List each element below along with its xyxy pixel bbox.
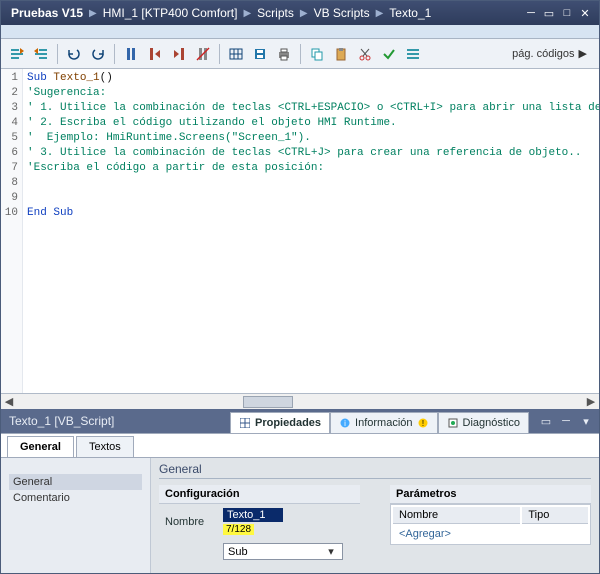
col-tipo[interactable]: Tipo <box>522 507 588 524</box>
crumb-sep-icon: ▶ <box>298 8 310 19</box>
crumb-sep-icon: ▶ <box>87 8 99 19</box>
tab-diagnostico[interactable]: Diagnóstico <box>438 412 529 433</box>
save-icon[interactable] <box>250 44 270 64</box>
toolbar: pág. códigos ▶ <box>1 39 599 69</box>
list-icon[interactable] <box>403 44 423 64</box>
name-label: Nombre <box>165 516 215 528</box>
check-icon[interactable] <box>379 44 399 64</box>
properties-icon <box>239 417 251 429</box>
maximize-button[interactable]: □ <box>559 6 575 20</box>
tab-general[interactable]: General <box>7 436 74 457</box>
inspector-header: Texto_1 [VB_Script] Propiedades i Inform… <box>1 409 599 433</box>
minimize-button[interactable]: ─ <box>523 6 539 20</box>
prop-category-list: General Comentario <box>1 458 151 573</box>
copy-icon[interactable] <box>307 44 327 64</box>
warning-icon: ! <box>417 417 429 429</box>
type-select[interactable]: Sub ▾ <box>223 543 343 560</box>
paste-icon[interactable] <box>331 44 351 64</box>
tab-label: Propiedades <box>255 417 321 429</box>
tab-propiedades[interactable]: Propiedades <box>230 412 330 433</box>
chevron-down-icon[interactable]: ▾ <box>577 413 595 429</box>
horizontal-scrollbar[interactable]: ◀ ▶ <box>1 393 599 409</box>
params-heading: Parámetros <box>390 485 591 504</box>
params-group: Parámetros Nombre Tipo <Agregar> <box>390 485 591 564</box>
code-text-area[interactable]: Sub Texto_1() 'Sugerencia: ' 1. Utilice … <box>23 69 599 393</box>
bookmark-prev-icon[interactable] <box>145 44 165 64</box>
page-codes-label: pág. códigos <box>512 48 574 60</box>
tab-informacion[interactable]: i Información ! <box>330 412 437 433</box>
undo-icon[interactable] <box>64 44 84 64</box>
config-heading: Configuración <box>159 485 360 504</box>
table-icon[interactable] <box>226 44 246 64</box>
indent-in-icon[interactable] <box>7 44 27 64</box>
strip-bar <box>1 25 599 39</box>
info-icon: i <box>339 417 351 429</box>
crumb-2[interactable]: Scripts <box>253 6 298 20</box>
line-gutter: 12345678910 <box>1 69 23 393</box>
title-bar: Pruebas V15 ▶ HMI_1 [KTP400 Comfort] ▶ S… <box>1 1 599 25</box>
panel-minimize-icon[interactable]: ─ <box>557 413 575 429</box>
restore-button[interactable]: ▭ <box>541 6 557 20</box>
print-icon[interactable] <box>274 44 294 64</box>
type-value: Sub <box>228 546 248 558</box>
svg-text:i: i <box>344 419 346 428</box>
crumb-0[interactable]: Pruebas V15 <box>7 6 87 20</box>
name-input[interactable]: Texto_1 <box>223 508 283 522</box>
params-table: Nombre Tipo <Agregar> <box>390 504 591 545</box>
char-counter: 7/128 <box>223 524 254 535</box>
crumb-4[interactable]: Texto_1 <box>385 6 435 20</box>
cat-comentario[interactable]: Comentario <box>9 490 142 506</box>
diagnostic-icon <box>447 417 459 429</box>
redo-icon[interactable] <box>88 44 108 64</box>
bookmark-next-icon[interactable] <box>169 44 189 64</box>
close-button[interactable]: ✕ <box>577 6 593 20</box>
cat-general[interactable]: General <box>9 474 142 490</box>
scroll-thumb[interactable] <box>243 396 293 408</box>
bookmark-toggle-icon[interactable] <box>121 44 141 64</box>
toolbar-right-label[interactable]: pág. códigos ▶ <box>512 47 593 60</box>
chevron-down-icon: ▾ <box>324 545 338 558</box>
cut-icon[interactable] <box>355 44 375 64</box>
properties-panel: General Textos General Comentario Genera… <box>1 433 599 573</box>
code-editor: 12345678910 Sub Texto_1() 'Sugerencia: '… <box>1 69 599 393</box>
window-controls: ─ ▭ □ ✕ <box>523 6 593 20</box>
prop-tab-strip: General Textos <box>1 434 599 458</box>
inspector-title: Texto_1 [VB_Script] <box>9 414 222 428</box>
section-title: General <box>159 462 591 479</box>
crumb-3[interactable]: VB Scripts <box>310 6 374 20</box>
crumb-sep-icon: ▶ <box>241 8 253 19</box>
add-row-label: <Agregar> <box>393 526 520 542</box>
tab-label: Información <box>355 417 412 429</box>
col-nombre[interactable]: Nombre <box>393 507 520 524</box>
config-group: Configuración Nombre Texto_1 7/128 Sub <box>159 485 360 564</box>
chevron-right-icon: ▶ <box>579 47 587 60</box>
scroll-right-icon[interactable]: ▶ <box>583 394 599 409</box>
add-row[interactable]: <Agregar> <box>393 526 588 542</box>
tab-label: Diagnóstico <box>463 417 520 429</box>
scroll-left-icon[interactable]: ◀ <box>1 394 17 409</box>
tab-textos[interactable]: Textos <box>76 436 134 457</box>
panel-layout-icon[interactable]: ▭ <box>537 413 555 429</box>
indent-out-icon[interactable] <box>31 44 51 64</box>
bookmark-clear-icon[interactable] <box>193 44 213 64</box>
svg-text:!: ! <box>421 419 423 428</box>
crumb-1[interactable]: HMI_1 [KTP400 Comfort] <box>99 6 242 20</box>
crumb-sep-icon: ▶ <box>374 8 386 19</box>
